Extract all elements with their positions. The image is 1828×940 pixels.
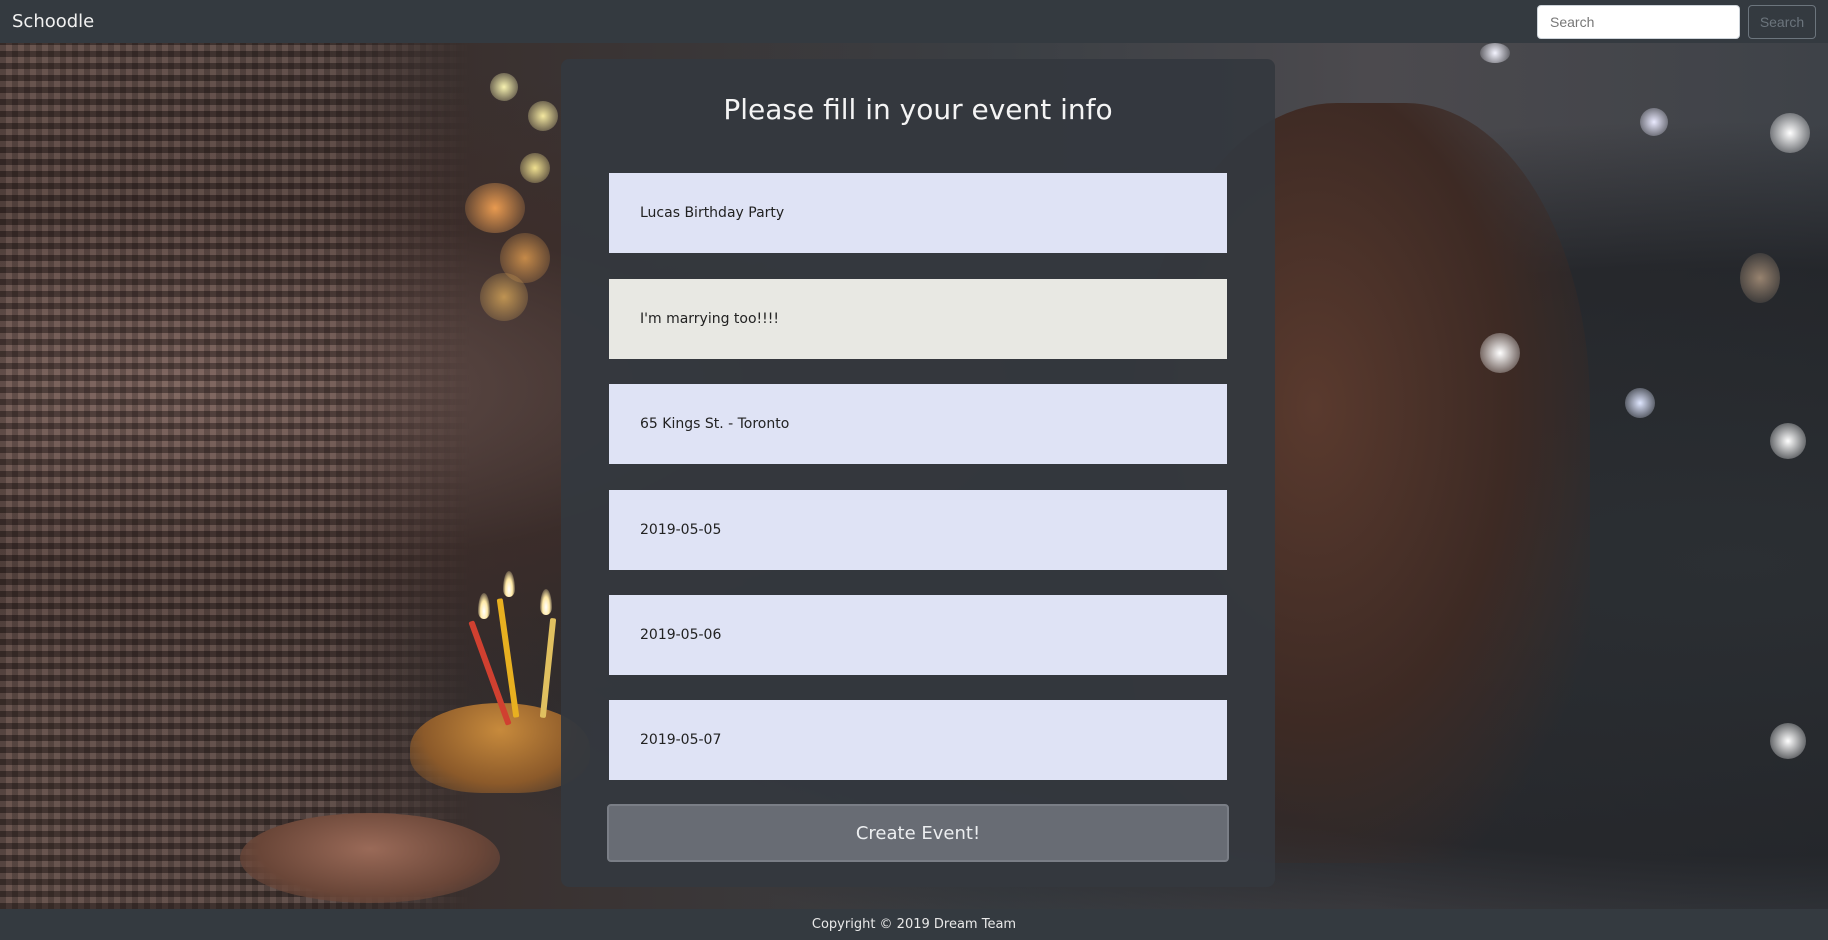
background-shirt [0,43,470,909]
event-location-field[interactable] [609,384,1227,464]
bokeh-light [1770,723,1806,759]
event-date-field-1[interactable] [609,490,1227,570]
event-description-field[interactable] [609,279,1227,359]
bokeh-light [1480,333,1520,373]
copyright-text: Copyright © 2019 Dream Team [811,917,1017,932]
background-flame [540,589,552,615]
navbar: Schoodle Search [0,0,1828,43]
bokeh-light [465,183,525,233]
event-name-field[interactable] [609,173,1227,253]
form-title: Please fill in your event info [723,93,1113,126]
event-date-field-3[interactable] [609,700,1227,780]
event-form-card: Please fill in your event info Create Ev… [561,59,1275,887]
bokeh-light [1640,108,1668,136]
bokeh-light [1625,388,1655,418]
search-form: Search [1537,4,1816,39]
bokeh-light [490,73,518,101]
create-event-button[interactable]: Create Event! [607,804,1229,862]
background-flame [503,571,515,597]
bokeh-light [1740,253,1780,303]
bokeh-light [1770,423,1806,459]
bokeh-light [520,153,550,183]
bokeh-light [528,101,558,131]
brand-logo[interactable]: Schoodle [12,11,94,32]
background-flame [478,593,490,619]
bokeh-light [1480,43,1510,63]
search-input[interactable] [1537,4,1740,39]
event-date-field-2[interactable] [609,595,1227,675]
bokeh-light [1770,113,1810,153]
background-hand [240,813,500,903]
bokeh-light [480,273,528,321]
footer: Copyright © 2019 Dream Team [0,909,1828,940]
background-candle [539,617,557,719]
search-button[interactable]: Search [1748,4,1816,39]
